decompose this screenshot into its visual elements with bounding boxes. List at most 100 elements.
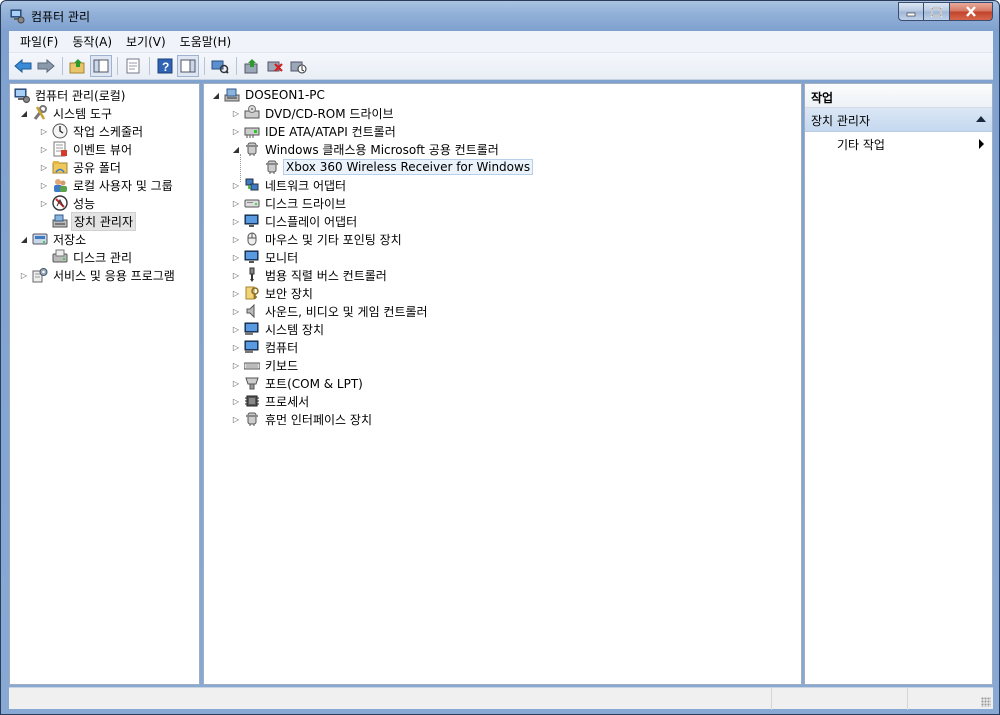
device-tree-pane[interactable]: ◢ DOSEON1-PC ▷ DVD/CD-ROM 드라이브 ▷ IDE ATA… <box>203 83 802 685</box>
tree-item-storage[interactable]: ◢ 저장소 <box>18 230 88 248</box>
show-hide-action-button[interactable] <box>177 55 199 77</box>
expand-closed-icon[interactable]: ▷ <box>230 413 242 425</box>
console-tree-pane[interactable]: 컴퓨터 관리(로컬) ◢ 시스템 도구 ▷ 작업 스케줄러 ▷ 이벤트 뷰어 ▷… <box>9 83 200 685</box>
tree-item-disk-management[interactable]: 디스크 관리 <box>38 248 134 266</box>
expand-closed-icon[interactable]: ▷ <box>230 215 242 227</box>
export-button[interactable] <box>122 55 144 77</box>
title-bar[interactable]: 컴퓨터 관리 <box>1 1 999 31</box>
expand-closed-icon[interactable]: ▷ <box>230 377 242 389</box>
expand-closed-icon[interactable]: ▷ <box>230 323 242 335</box>
expand-closed-icon[interactable]: ▷ <box>230 359 242 371</box>
device-tree-root[interactable]: ◢ DOSEON1-PC <box>210 86 327 104</box>
back-button[interactable] <box>12 55 34 77</box>
device-category[interactable]: ▷ IDE ATA/ATAPI 컨트롤러 <box>230 122 398 140</box>
menu-view[interactable]: 보기(V) <box>119 33 173 50</box>
device-item-xbox-receiver[interactable]: Xbox 360 Wireless Receiver for Windows <box>250 158 534 176</box>
device-category-label: 컴퓨터 <box>265 340 299 355</box>
device-category[interactable]: ▷ 시스템 장치 <box>230 320 326 338</box>
update-driver-button[interactable] <box>241 55 263 77</box>
game-controller-icon <box>246 142 258 156</box>
computer-management-icon <box>10 9 25 24</box>
maximize-button[interactable] <box>924 2 950 21</box>
device-category[interactable]: ▷ 디스크 드라이브 <box>230 194 348 212</box>
device-category[interactable]: ▷ 프로세서 <box>230 392 311 410</box>
disable-button[interactable] <box>287 55 309 77</box>
up-folder-button[interactable] <box>67 55 89 77</box>
submenu-arrow-icon <box>979 139 984 149</box>
action-more-actions[interactable]: 기타 작업 <box>805 134 992 154</box>
expand-closed-icon[interactable]: ▷ <box>230 233 242 245</box>
device-category[interactable]: ▷ 모니터 <box>230 248 300 266</box>
menu-help[interactable]: 도움말(H) <box>173 33 239 50</box>
close-button[interactable] <box>950 2 993 21</box>
device-category-expanded[interactable]: ◢ Windows 클래스용 Microsoft 공용 컨트롤러 <box>230 140 501 158</box>
device-category[interactable]: ▷ 마우스 및 기타 포인팅 장치 <box>230 230 404 248</box>
tree-label: 로컬 사용자 및 그룹 <box>73 178 173 193</box>
close-icon <box>966 6 976 17</box>
expand-closed-icon[interactable]: ▷ <box>230 107 242 119</box>
device-category[interactable]: ▷ 네트워크 어댑터 <box>230 176 348 194</box>
expand-closed-icon[interactable]: ▷ <box>18 269 30 281</box>
device-category[interactable]: ▷ 컴퓨터 <box>230 338 300 356</box>
expand-closed-icon[interactable]: ▷ <box>230 395 242 407</box>
uninstall-icon <box>267 61 283 72</box>
expand-closed-icon[interactable]: ▷ <box>230 269 242 281</box>
device-category[interactable]: ▷ DVD/CD-ROM 드라이브 <box>230 104 396 122</box>
expand-closed-icon[interactable]: ▷ <box>38 143 50 155</box>
expand-open-icon[interactable]: ◢ <box>18 107 30 119</box>
tree-item-system-tools[interactable]: ◢ 시스템 도구 <box>18 104 114 122</box>
resize-grip-icon[interactable] <box>981 697 991 707</box>
tree-label: 공유 폴더 <box>73 160 121 175</box>
device-category[interactable]: ▷ 포트(COM & LPT) <box>230 374 365 392</box>
expand-closed-icon[interactable]: ▷ <box>230 179 242 191</box>
menu-action[interactable]: 동작(A) <box>65 33 119 50</box>
expand-closed-icon[interactable]: ▷ <box>38 197 50 209</box>
expand-closed-icon[interactable]: ▷ <box>230 197 242 209</box>
expand-open-icon[interactable]: ◢ <box>230 143 242 155</box>
actions-section-device-manager[interactable]: 장치 관리자 <box>805 108 992 132</box>
device-category[interactable]: ▷ 디스플레이 어댑터 <box>230 212 359 230</box>
tree-item-task-scheduler[interactable]: ▷ 작업 스케줄러 <box>38 122 145 140</box>
expand-closed-icon[interactable]: ▷ <box>38 125 50 137</box>
minimize-button[interactable] <box>898 2 924 21</box>
device-category-label: 보안 장치 <box>265 286 313 301</box>
up-folder-icon <box>69 59 85 74</box>
tree-expander[interactable] <box>250 161 262 173</box>
device-category[interactable]: ▷ 범용 직렬 버스 컨트롤러 <box>230 266 389 284</box>
disable-icon <box>290 61 307 74</box>
expand-closed-icon[interactable]: ▷ <box>38 179 50 191</box>
speaker-icon <box>246 303 255 319</box>
expand-closed-icon[interactable]: ▷ <box>230 341 242 353</box>
uninstall-button[interactable] <box>264 55 286 77</box>
expand-closed-icon[interactable]: ▷ <box>230 251 242 263</box>
tree-item-root[interactable]: 컴퓨터 관리(로컬) <box>12 86 127 104</box>
tree-item-event-viewer[interactable]: ▷ 이벤트 뷰어 <box>38 140 134 158</box>
tree-item-services[interactable]: ▷ 서비스 및 응용 프로그램 <box>18 266 177 284</box>
tree-item-device-manager[interactable]: 장치 관리자 <box>38 211 137 231</box>
mouse-icon <box>247 232 257 246</box>
menu-file[interactable]: 파일(F) <box>13 33 65 50</box>
device-category[interactable]: ▷ 보안 장치 <box>230 284 315 302</box>
forward-button[interactable] <box>35 55 57 77</box>
tree-item-local-users[interactable]: ▷ 로컬 사용자 및 그룹 <box>38 176 175 194</box>
show-hide-tree-button[interactable] <box>90 55 112 77</box>
collapse-up-icon[interactable] <box>976 116 986 122</box>
show-hide-tree-icon <box>93 59 109 73</box>
expand-closed-icon[interactable]: ▷ <box>230 287 242 299</box>
scan-hardware-button[interactable] <box>209 55 231 77</box>
expand-open-icon[interactable]: ◢ <box>210 89 222 101</box>
expand-open-icon[interactable]: ◢ <box>18 233 30 245</box>
tree-item-shared-folders[interactable]: ▷ 공유 폴더 <box>38 158 123 176</box>
device-category[interactable]: ▷ 키보드 <box>230 356 300 374</box>
device-category[interactable]: ▷ 사운드, 비디오 및 게임 컨트롤러 <box>230 302 430 320</box>
help-button[interactable]: ? <box>154 55 176 77</box>
tree-expander[interactable] <box>38 251 50 263</box>
tree-item-performance[interactable]: ▷ 성능 <box>38 194 97 212</box>
device-category[interactable]: ▷ 휴먼 인터페이스 장치 <box>230 410 374 428</box>
action-label: 기타 작업 <box>837 138 885 152</box>
expand-closed-icon[interactable]: ▷ <box>230 305 242 317</box>
expand-closed-icon[interactable]: ▷ <box>230 125 242 137</box>
tree-expander[interactable] <box>38 215 50 227</box>
clock-icon <box>52 123 68 139</box>
expand-closed-icon[interactable]: ▷ <box>38 161 50 173</box>
